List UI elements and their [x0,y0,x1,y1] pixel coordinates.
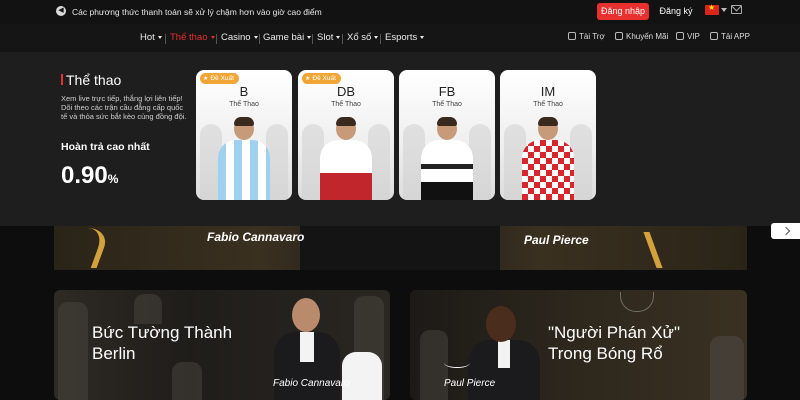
card-code: DB [336,84,356,99]
shirt [300,332,314,362]
background-player [710,336,744,400]
register-button[interactable]: Đăng ký [655,3,697,20]
banner-title-right-2: Trong Bóng Rổ [548,344,663,363]
player-face [486,306,516,342]
banner-caption-right: Paul Pierce [444,378,496,389]
app-icon [710,32,718,40]
nav-item-slot[interactable]: Slot [317,32,341,43]
vietnam-flag-icon[interactable] [705,3,719,15]
chevron-down-icon [307,35,312,39]
nav-util-sponsor[interactable]: Tài Trợ [568,32,605,41]
background-player [172,362,202,400]
card-code: B [239,84,249,99]
panel-description: Xem live trực tiếp, thắng lợi liên tiếp!… [61,94,187,121]
band-name-pierce: Paul Pierce [524,233,589,247]
nav-item-esports[interactable]: Esports [385,32,425,43]
background-player [58,302,88,400]
vip-icon [676,32,684,40]
sport-card-db[interactable]: Đề Xuất DB Thể Thao [298,70,394,200]
nav-divider [259,34,260,44]
sport-card-b[interactable]: Đề Xuất B Thể Thao [196,70,292,200]
player-figure [522,117,574,200]
card-code: FB [438,84,456,99]
recommended-badge: Đề Xuất [302,73,341,84]
chevron-down-icon[interactable] [721,8,727,12]
nav-item-hot[interactable]: Hot [140,32,162,43]
shirt [498,340,510,368]
player-face [292,298,320,332]
nav-item-game-bai[interactable]: Game bài [263,32,312,43]
nav-divider [216,34,217,44]
rebate-label: Hoàn trả cao nhất [61,141,150,153]
player-figure [320,117,372,200]
login-button[interactable]: Đăng nhập [597,3,649,20]
chevron-down-icon [420,35,425,39]
nav-item-xo-so[interactable]: Xổ số [347,32,379,43]
announcement-bar: ◀ Các phương thức thanh toán sẽ xử lý ch… [0,0,800,24]
background-player [420,330,448,400]
nav-divider [380,34,381,44]
nav-divider [165,34,166,44]
nav-util-app[interactable]: Tải APP [710,32,750,41]
announcement-text: Các phương thức thanh toán sẽ xử lý chậm… [72,7,322,17]
nav-util-vip[interactable]: VIP [676,32,700,41]
page-root: ◀ Các phương thức thanh toán sẽ xử lý ch… [0,0,800,400]
signature-mark [444,358,470,368]
band-name-cannavaro: Fabio Cannavaro [207,230,305,244]
banner-title-left-2: Berlin [92,344,136,363]
player-figure [218,117,270,200]
speaker-icon: ◀ [56,6,66,16]
card-subtitle: Thể Thao [229,101,259,108]
card-code: IM [540,84,556,99]
nav-divider [342,34,343,44]
player-figure [421,117,473,200]
rebate-value: 0.90% [61,162,119,189]
jersey-figure [342,352,382,400]
sponsor-icon [568,32,576,40]
chevron-down-icon [210,35,215,39]
panel-title: Thể thao [66,72,122,88]
chevron-down-icon [253,35,258,39]
next-slide-button[interactable] [771,223,800,239]
nav-item-the-thao[interactable]: Thể thao [170,32,215,43]
chevron-down-icon [374,35,379,39]
banner-title-right-1: "Người Phán Xử" [548,323,680,342]
promo-icon [615,32,623,40]
mail-icon[interactable] [731,5,742,14]
handshake-image [300,226,500,270]
card-subtitle: Thể Thao [331,101,361,108]
nav-item-casino[interactable]: Casino [221,32,258,43]
main-nav: Hot Thể thao Casino Game bài Slot Xổ số … [0,24,800,52]
background-player [134,294,162,324]
chevron-down-icon [157,35,162,39]
sport-card-fb[interactable]: FB Thể Thao [399,70,495,200]
banner-title-left-1: Bức Tường Thành [92,323,233,342]
card-subtitle: Thể Thao [432,101,462,108]
card-subtitle: Thể Thao [533,101,563,108]
recommended-badge: Đề Xuất [200,73,239,84]
nav-util-promo[interactable]: Khuyến Mãi [615,32,668,41]
banner-caption-left: Fabio Cannavaro [273,378,350,389]
title-accent-bar [61,74,63,85]
chevron-down-icon [336,35,341,39]
sport-card-im[interactable]: IM Thể Thao [500,70,596,200]
nav-divider [312,34,313,44]
